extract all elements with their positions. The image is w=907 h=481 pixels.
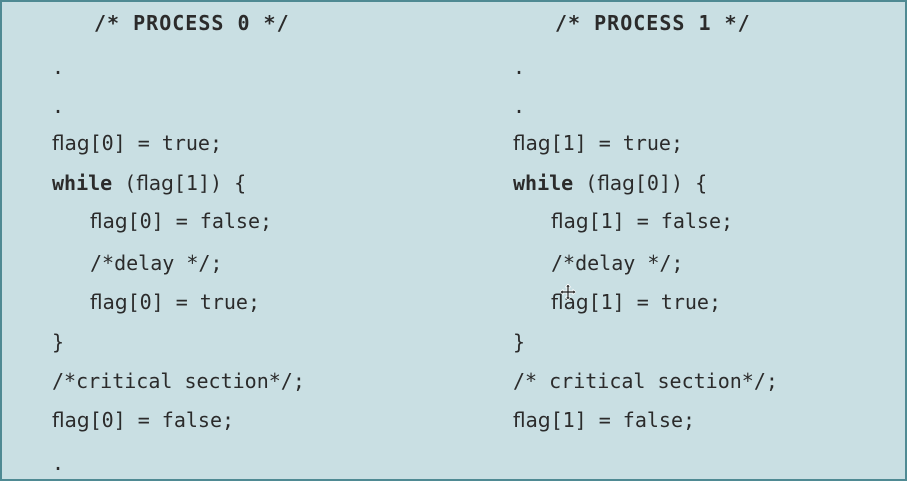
code-token: [0] xyxy=(89,408,126,432)
code-line-critical-section: /*critical section*/; xyxy=(52,369,305,393)
code-line-delay-comment: /*delay */; xyxy=(551,251,684,275)
code-token: flag xyxy=(52,131,90,155)
code-line-while: while (flag[1]) { xyxy=(52,170,246,196)
process-1-code: /* PROCESS 1 */ . . flag[1] = true; whil… xyxy=(513,2,907,479)
code-line-critical-section: /* critical section*/; xyxy=(513,369,778,393)
ellipsis-dot: . xyxy=(52,55,65,79)
code-token: flag xyxy=(90,290,128,314)
code-token: = false; xyxy=(586,408,696,432)
move-cursor-icon xyxy=(560,284,576,300)
code-line-flag-set-false: flag[0] = false; xyxy=(90,208,272,234)
ellipsis-dot: . xyxy=(52,94,65,118)
code-token: [0] xyxy=(127,209,164,233)
code-line-flag-reset: flag[1] = false; xyxy=(513,407,695,433)
code-token: flag xyxy=(513,131,551,155)
code-line-flag-reset: flag[0] = false; xyxy=(52,407,234,433)
process-1-header: /* PROCESS 1 */ xyxy=(555,11,751,35)
code-line-flag-set-true: flag[1] = true; xyxy=(551,289,721,315)
ellipsis-dot: . xyxy=(513,94,526,118)
code-line-close-brace: } xyxy=(513,330,526,354)
code-token: flag xyxy=(52,408,90,432)
code-line-flag-set-true: flag[1] = true; xyxy=(513,130,683,156)
code-token: = true; xyxy=(163,290,261,314)
code-token: = true; xyxy=(624,290,722,314)
code-token: = false; xyxy=(624,209,734,233)
code-line-flag-set-true: flag[0] = true; xyxy=(52,130,222,156)
code-token: flag xyxy=(597,171,635,195)
code-line-close-brace: } xyxy=(52,330,65,354)
code-token: ( xyxy=(573,171,598,195)
code-token: ( xyxy=(112,171,137,195)
code-line-while: while (flag[0]) { xyxy=(513,170,707,196)
code-token: [0] xyxy=(89,131,126,155)
code-line-flag-set-true: flag[0] = true; xyxy=(90,289,260,315)
code-token: = true; xyxy=(586,131,684,155)
code-token: = false; xyxy=(163,209,273,233)
code-token: = true; xyxy=(125,131,223,155)
process-0-header: /* PROCESS 0 */ xyxy=(94,11,290,35)
code-token: flag xyxy=(513,408,551,432)
code-token: flag xyxy=(551,209,589,233)
code-token: [0]) { xyxy=(634,171,708,195)
code-line-flag-set-false: flag[1] = false; xyxy=(551,208,733,234)
keyword-while: while xyxy=(52,171,113,195)
code-token: [1]) { xyxy=(173,171,247,195)
ellipsis-dot: . xyxy=(513,55,526,79)
code-line-delay-comment: /*delay */; xyxy=(90,251,223,275)
code-token: flag xyxy=(90,209,128,233)
code-token: flag xyxy=(136,171,174,195)
ellipsis-dot: . xyxy=(52,451,65,475)
code-token: [1] xyxy=(550,131,587,155)
code-token: [0] xyxy=(127,290,164,314)
keyword-while: while xyxy=(513,171,574,195)
code-slide-frame: /* PROCESS 0 */ . . flag[0] = true; whil… xyxy=(0,0,907,481)
code-token: [1] xyxy=(588,290,625,314)
process-0-code: /* PROCESS 0 */ . . flag[0] = true; whil… xyxy=(52,2,492,479)
code-token: = false; xyxy=(125,408,235,432)
code-token: [1] xyxy=(550,408,587,432)
code-token: [1] xyxy=(588,209,625,233)
